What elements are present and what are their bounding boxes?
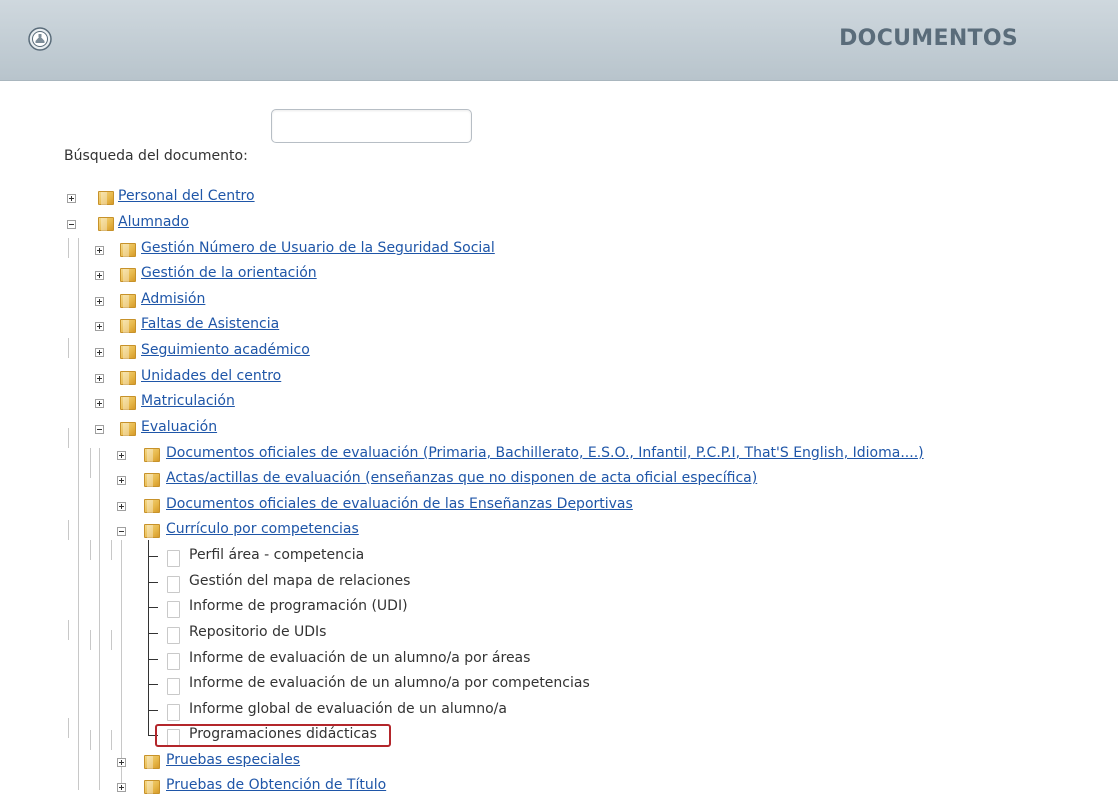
folder-icon xyxy=(144,473,160,488)
folder-icon xyxy=(144,755,160,770)
tree-guide-line xyxy=(68,520,69,540)
tree-item-gestion-mapa[interactable]: Gestión del mapa de relaciones xyxy=(189,573,410,589)
expand-plus-icon[interactable] xyxy=(95,297,104,306)
folder-icon xyxy=(120,268,136,283)
tree-connector xyxy=(148,710,158,711)
tree-link-admision[interactable]: Admisión xyxy=(141,291,205,307)
tree-guide-line xyxy=(111,730,112,750)
tree-connector xyxy=(148,540,149,736)
collapse-minus-icon[interactable] xyxy=(67,220,76,229)
home-logo-icon[interactable] xyxy=(28,27,52,51)
collapse-minus-icon[interactable] xyxy=(95,425,104,434)
expand-plus-icon[interactable] xyxy=(95,246,104,255)
expand-plus-icon[interactable] xyxy=(117,451,126,460)
tree-link-pruebas-obtencion[interactable]: Pruebas de Obtención de Título xyxy=(166,777,386,793)
document-icon xyxy=(167,601,180,618)
tree-connector xyxy=(148,633,158,634)
folder-icon xyxy=(144,780,160,795)
tree-link-personal[interactable]: Personal del Centro xyxy=(118,188,255,204)
tree-link-faltas[interactable]: Faltas de Asistencia xyxy=(141,316,279,332)
tree-guide-line xyxy=(68,428,69,448)
folder-icon xyxy=(144,524,160,539)
tree-item-inf-competencias[interactable]: Informe de evaluación de un alumno/a por… xyxy=(189,675,590,691)
document-icon xyxy=(167,653,180,670)
tree-guide-line xyxy=(68,620,69,640)
folder-icon xyxy=(120,294,136,309)
tree-guide-line xyxy=(111,630,112,650)
expand-plus-icon[interactable] xyxy=(95,374,104,383)
tree-link-docs-deportivas[interactable]: Documentos oficiales de evaluación de la… xyxy=(166,496,633,512)
tree-link-matriculacion[interactable]: Matriculación xyxy=(141,393,235,409)
expand-plus-icon[interactable] xyxy=(117,783,126,792)
tree-link-evaluacion[interactable]: Evaluación xyxy=(141,419,217,435)
document-icon xyxy=(167,576,180,593)
tree-item-repositorio[interactable]: Repositorio de UDIs xyxy=(189,624,326,640)
folder-icon xyxy=(120,422,136,437)
expand-plus-icon[interactable] xyxy=(117,502,126,511)
expand-plus-icon[interactable] xyxy=(95,348,104,357)
expand-plus-icon[interactable] xyxy=(67,194,76,203)
tree-guide-line xyxy=(78,238,79,790)
tree-guide-line xyxy=(68,238,69,258)
tree-link-curriculo[interactable]: Currículo por competencias xyxy=(166,521,359,537)
expand-plus-icon[interactable] xyxy=(117,758,126,767)
tree-link-unidades[interactable]: Unidades del centro xyxy=(141,368,281,384)
tree-connector xyxy=(148,659,158,660)
expand-plus-icon[interactable] xyxy=(95,322,104,331)
document-icon xyxy=(167,678,180,695)
tree-item-inf-areas[interactable]: Informe de evaluación de un alumno/a por… xyxy=(189,650,530,666)
folder-icon xyxy=(144,448,160,463)
tree-link-docs-oficiales[interactable]: Documentos oficiales de evaluación (Prim… xyxy=(166,445,924,461)
tree-item-inf-global[interactable]: Informe global de evaluación de un alumn… xyxy=(189,701,507,717)
folder-icon xyxy=(98,217,114,232)
collapse-minus-icon[interactable] xyxy=(117,527,126,536)
tree-guide-line xyxy=(121,540,122,790)
tree-link-actas[interactable]: Actas/actillas de evaluación (enseñanzas… xyxy=(166,470,757,486)
folder-icon xyxy=(120,319,136,334)
document-icon xyxy=(167,704,180,721)
folder-icon xyxy=(120,371,136,386)
tree-guide-line xyxy=(90,540,91,560)
search-label: Búsqueda del documento: xyxy=(64,148,248,164)
tree-connector xyxy=(148,582,158,583)
folder-icon xyxy=(120,345,136,360)
folder-icon xyxy=(120,396,136,411)
document-icon xyxy=(167,627,180,644)
tree-guide-line xyxy=(90,630,91,650)
tree-link-alumnado[interactable]: Alumnado xyxy=(118,214,189,230)
expand-plus-icon[interactable] xyxy=(95,399,104,408)
folder-icon xyxy=(120,243,136,258)
tree-item-informe-prog[interactable]: Informe de programación (UDI) xyxy=(189,598,408,614)
tree-guide-line xyxy=(90,730,91,750)
tree-guide-line xyxy=(111,540,112,560)
page-title: DOCUMENTOS xyxy=(839,26,1018,51)
folder-icon xyxy=(144,499,160,514)
tree-connector xyxy=(148,556,158,557)
expand-plus-icon[interactable] xyxy=(117,476,126,485)
tree-guide-line xyxy=(90,448,91,478)
tree-link-gestion-orientacion[interactable]: Gestión de la orientación xyxy=(141,265,317,281)
document-search-input[interactable] xyxy=(271,109,472,143)
tree-link-gestion-nuss[interactable]: Gestión Número de Usuario de la Segurida… xyxy=(141,240,495,256)
folder-icon xyxy=(98,191,114,206)
highlight-box xyxy=(155,724,391,747)
tree-item-perfil[interactable]: Perfil área - competencia xyxy=(189,547,364,563)
tree-connector xyxy=(148,684,158,685)
tree-guide-line xyxy=(68,718,69,738)
tree-guide-line xyxy=(68,338,69,358)
header-bar: DOCUMENTOS xyxy=(0,0,1118,81)
tree-link-pruebas-especiales[interactable]: Pruebas especiales xyxy=(166,752,300,768)
tree-guide-line xyxy=(99,448,100,790)
expand-plus-icon[interactable] xyxy=(95,271,104,280)
tree-connector xyxy=(148,607,158,608)
document-icon xyxy=(167,550,180,567)
tree-link-seguimiento[interactable]: Seguimiento académico xyxy=(141,342,310,358)
